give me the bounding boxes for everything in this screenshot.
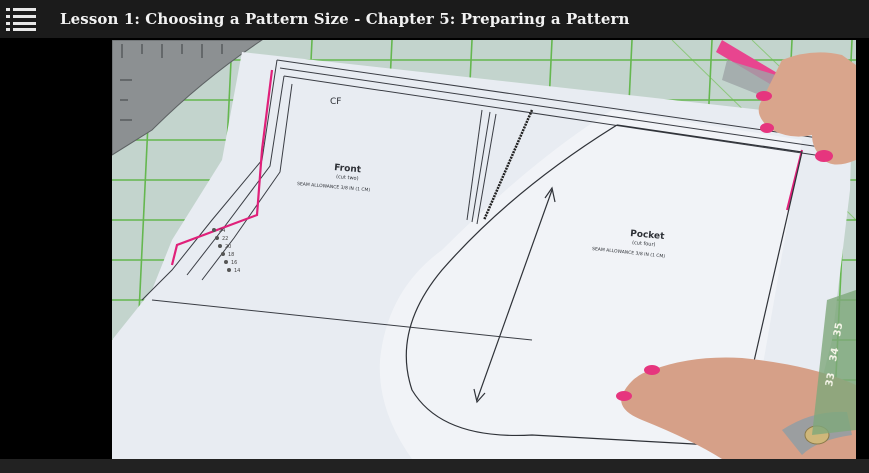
size-mark: 14 <box>234 268 240 274</box>
video-header: Lesson 1: Choosing a Pattern Size - Chap… <box>0 0 869 38</box>
size-mark: 16 <box>231 260 237 266</box>
list-icon[interactable] <box>6 7 40 31</box>
size-mark: 20 <box>225 244 231 250</box>
cf-label: CF <box>330 97 341 107</box>
lesson-title: Lesson 1: Choosing a Pattern Size - Chap… <box>60 10 630 28</box>
size-mark: 22 <box>222 236 228 242</box>
letterbox-right <box>856 38 869 459</box>
size-mark: 24 <box>219 228 225 234</box>
video-frame[interactable]: 24 22 20 18 16 14 CF Front (cut two) SEA… <box>112 40 856 459</box>
video-scene: 24 22 20 18 16 14 CF Front (cut two) SEA… <box>112 40 856 459</box>
video-controls-bar[interactable] <box>0 459 869 473</box>
letterbox-left <box>0 38 112 459</box>
size-mark: 18 <box>228 252 234 258</box>
